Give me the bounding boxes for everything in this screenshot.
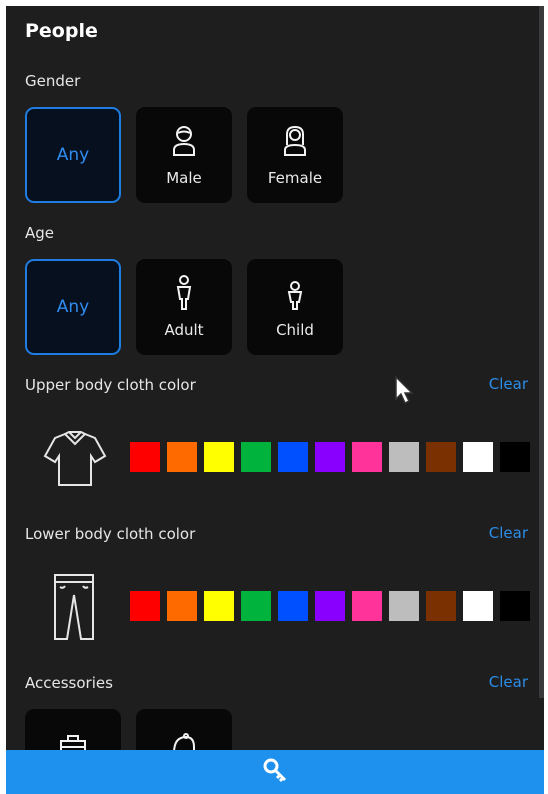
child-person-icon (247, 281, 343, 311)
lower-body-label: Lower body cloth color (25, 525, 196, 543)
accessories-clear-link[interactable]: Clear (489, 673, 528, 691)
upper-body-clear-link[interactable]: Clear (489, 375, 528, 393)
pants-icon (53, 573, 95, 645)
lower-body-color-swatch[interactable] (463, 591, 493, 621)
shirt-icon (43, 430, 107, 492)
upper-body-color-swatch[interactable] (352, 442, 382, 472)
lower-body-color-swatch[interactable] (130, 591, 160, 621)
lower-body-color-swatches (130, 591, 537, 621)
lower-body-color-swatch[interactable] (241, 591, 271, 621)
upper-body-color-swatch[interactable] (426, 442, 456, 472)
lower-body-color-swatch[interactable] (315, 591, 345, 621)
lower-body-color-swatch[interactable] (167, 591, 197, 621)
lower-body-color-swatch[interactable] (352, 591, 382, 621)
upper-body-color-swatch[interactable] (315, 442, 345, 472)
upper-body-color-swatch[interactable] (463, 442, 493, 472)
age-adult-option[interactable]: Adult (136, 259, 232, 355)
upper-body-label: Upper body cloth color (25, 376, 196, 394)
gender-male-label: Male (166, 169, 202, 187)
male-person-icon (136, 125, 232, 157)
female-person-icon (247, 125, 343, 157)
lower-body-clear-link[interactable]: Clear (489, 524, 528, 542)
age-adult-label: Adult (164, 321, 204, 339)
search-button[interactable] (6, 750, 544, 794)
lower-body-color-swatch[interactable] (426, 591, 456, 621)
age-any-option[interactable]: Any (25, 259, 121, 355)
upper-body-color-swatch[interactable] (389, 442, 419, 472)
gender-any-label: Any (56, 145, 90, 165)
accessories-label: Accessories (25, 674, 113, 692)
lower-body-color-swatch[interactable] (278, 591, 308, 621)
upper-body-color-swatch[interactable] (500, 442, 530, 472)
upper-body-color-swatch[interactable] (167, 442, 197, 472)
adult-person-icon (136, 275, 232, 311)
upper-body-color-swatch[interactable] (241, 442, 271, 472)
gender-male-option[interactable]: Male (136, 107, 232, 203)
age-label: Age (25, 224, 55, 242)
people-filter-panel: People Gender Any Male Female Age Any Ad… (6, 6, 544, 794)
search-icon (262, 757, 288, 787)
gender-label: Gender (25, 72, 81, 90)
gender-female-label: Female (267, 169, 323, 187)
panel-title: People (25, 20, 98, 42)
lower-body-color-swatch[interactable] (500, 591, 530, 621)
gender-any-option[interactable]: Any (25, 107, 121, 203)
upper-body-color-swatches (130, 442, 537, 472)
gender-female-option[interactable]: Female (247, 107, 343, 203)
mouse-cursor-icon (394, 375, 414, 409)
upper-body-color-swatch[interactable] (278, 442, 308, 472)
lower-body-color-swatch[interactable] (389, 591, 419, 621)
upper-body-color-swatch[interactable] (204, 442, 234, 472)
scrollbar[interactable] (539, 6, 544, 698)
lower-body-color-swatch[interactable] (204, 591, 234, 621)
upper-body-color-swatch[interactable] (130, 442, 160, 472)
age-any-label: Any (56, 297, 90, 317)
age-child-option[interactable]: Child (247, 259, 343, 355)
age-child-label: Child (276, 321, 314, 339)
